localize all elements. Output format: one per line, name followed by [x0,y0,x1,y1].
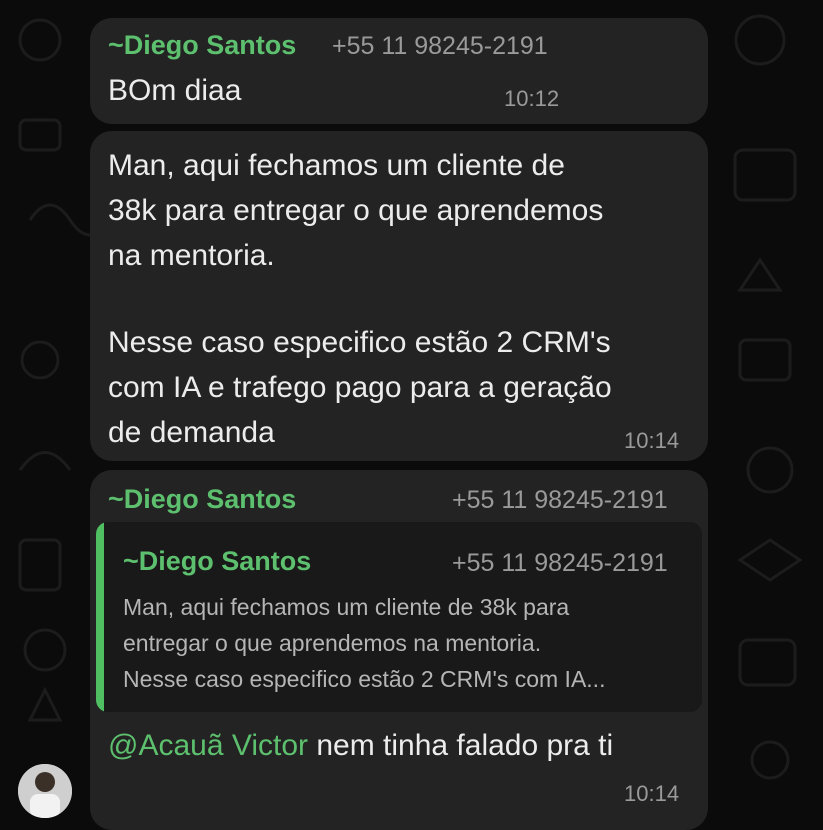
message-bubble-1[interactable]: ~Diego Santos +55 11 98245-2191 BOm diaa… [90,18,708,124]
avatar[interactable] [18,764,72,818]
reply-body: nem tinha falado pra ti [308,729,614,762]
message-line: com IA e trafego pago para a geração [108,371,612,404]
message-line: 38k para entregar o que aprendemos [108,194,604,227]
sender-name[interactable]: ~Diego Santos [108,484,296,515]
message-line: Man, aqui fechamos um cliente de [108,149,565,182]
quoted-text: Man, aqui fechamos um cliente de 38k par… [123,589,693,697]
quoted-line: entregar o que aprendemos na mentoria. [123,630,542,656]
message-line: de demanda [108,416,275,449]
sender-name[interactable]: ~Diego Santos [108,30,296,61]
message-time: 10:14 [624,428,680,453]
quoted-sender-phone: +55 11 98245-2191 [452,549,668,577]
sender-phone[interactable]: +55 11 98245-2191 [332,32,548,61]
message-text: BOm diaa [108,74,242,107]
message-line: Nesse caso especifico estão 2 CRM's [108,326,611,359]
quoted-line: Man, aqui fechamos um cliente de 38k par… [123,594,570,620]
message-text: Man, aqui fechamos um cliente de 38k par… [108,143,612,455]
quoted-sender-name: ~Diego Santos [123,546,312,576]
avatar-person-icon [18,764,72,818]
message-time: 10:14 [624,781,680,806]
message-time: 10:12 [504,86,560,111]
quote-accent-bar [96,522,104,712]
message-bubble-3[interactable]: ~Diego Santos +55 11 98245-2191 ~Diego S… [90,470,708,830]
quoted-message[interactable]: ~Diego Santos +55 11 98245-2191 Man, aqu… [96,522,702,712]
quoted-line: Nesse caso especifico estão 2 CRM's com … [123,666,606,692]
mention-link[interactable]: @Acauã Victor [108,729,308,762]
message-bubble-2[interactable]: Man, aqui fechamos um cliente de 38k par… [90,131,708,461]
reply-text: @Acauã Victor nem tinha falado pra ti [108,723,613,768]
sender-phone[interactable]: +55 11 98245-2191 [452,486,668,515]
message-line: na mentoria. [108,239,275,272]
